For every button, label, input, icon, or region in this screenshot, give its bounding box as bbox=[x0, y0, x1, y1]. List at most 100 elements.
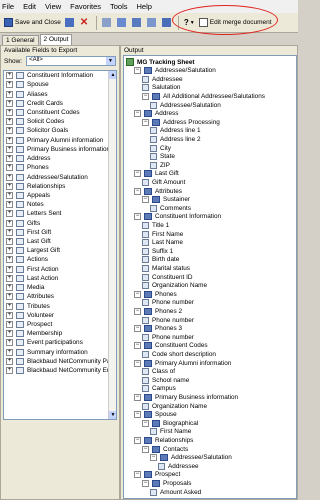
output-field-node[interactable]: Comments bbox=[150, 204, 191, 212]
collapse-minus-icon[interactable]: − bbox=[142, 479, 149, 487]
field-list-item[interactable]: + Spouse bbox=[4, 80, 116, 89]
field-list-item[interactable]: + Notes bbox=[4, 200, 116, 209]
output-field-node[interactable]: Phone number bbox=[142, 299, 194, 307]
tab-output[interactable]: 2 Output bbox=[39, 34, 73, 45]
field-list-item[interactable]: + Letters Sent bbox=[4, 209, 116, 218]
expand-plus-icon[interactable]: + bbox=[6, 247, 13, 255]
collapse-minus-icon[interactable]: − bbox=[134, 471, 141, 479]
menu-file[interactable]: File bbox=[2, 2, 14, 11]
field-list-item[interactable]: + Event participations bbox=[4, 338, 116, 347]
output-tree[interactable]: MG Tracking Sheet − Addressee/Salutation Ad… bbox=[123, 55, 297, 499]
field-list-item[interactable]: + Blackbaud NetCommunity Page Summary bbox=[4, 357, 116, 366]
collapse-minus-icon[interactable]: − bbox=[142, 419, 149, 427]
field-list-item[interactable]: + Membership bbox=[4, 329, 116, 338]
expand-plus-icon[interactable]: + bbox=[6, 293, 13, 301]
collapse-minus-icon[interactable]: − bbox=[134, 393, 141, 401]
collapse-minus-icon[interactable]: − bbox=[134, 436, 141, 444]
expand-plus-icon[interactable]: + bbox=[6, 321, 13, 329]
expand-plus-icon[interactable]: + bbox=[6, 256, 13, 264]
field-list-item[interactable]: + Tributes bbox=[4, 301, 116, 310]
collapse-minus-icon[interactable]: − bbox=[134, 325, 141, 333]
field-list-item[interactable]: + First Gift bbox=[4, 228, 116, 237]
menu-favorites[interactable]: Favorites bbox=[70, 2, 101, 11]
output-group-node[interactable]: − Constituent Codes bbox=[134, 342, 208, 350]
field-list-item[interactable]: + Primary Alumni information bbox=[4, 136, 116, 145]
menu-edit[interactable]: Edit bbox=[23, 2, 36, 11]
field-list-item[interactable]: + Addressee/Salutation bbox=[4, 172, 116, 181]
expand-plus-icon[interactable]: + bbox=[6, 330, 13, 338]
output-field-node[interactable]: Phone number bbox=[142, 333, 194, 341]
collapse-minus-icon[interactable]: − bbox=[134, 213, 141, 221]
output-group-node[interactable]: − Biographical bbox=[142, 419, 198, 427]
field-list-item[interactable]: + Solicitor Goals bbox=[4, 126, 116, 135]
output-group-node[interactable]: − Addressee/Salutation bbox=[150, 454, 232, 462]
output-field-node[interactable]: State bbox=[150, 153, 175, 161]
expand-plus-icon[interactable]: + bbox=[6, 182, 13, 190]
expand-plus-icon[interactable]: + bbox=[6, 145, 13, 153]
output-group-node[interactable]: − Phones 2 bbox=[134, 307, 182, 315]
field-list-item[interactable]: + Solicit Codes bbox=[4, 117, 116, 126]
collapse-minus-icon[interactable]: − bbox=[134, 290, 141, 298]
expand-plus-icon[interactable]: + bbox=[6, 367, 13, 375]
field-list-item[interactable]: + First Action bbox=[4, 265, 116, 274]
output-group-node[interactable]: − Phones 3 bbox=[134, 325, 182, 333]
output-field-node[interactable]: Constituent ID bbox=[142, 273, 193, 281]
field-list-item[interactable]: + Aliases bbox=[4, 89, 116, 98]
output-field-node[interactable]: Gift Amount bbox=[142, 178, 185, 186]
field-list-item[interactable]: + Actions bbox=[4, 255, 116, 264]
available-fields-list[interactable]: + Constituent Information + Spouse + Aliases +… bbox=[3, 70, 117, 420]
output-group-node[interactable]: − Proposals bbox=[142, 479, 191, 487]
expand-plus-icon[interactable]: + bbox=[6, 210, 13, 218]
output-field-node[interactable]: Birth date bbox=[142, 256, 179, 264]
output-field-node[interactable]: Addressee bbox=[158, 462, 199, 470]
preview-button[interactable] bbox=[115, 15, 130, 31]
collapse-minus-icon[interactable]: − bbox=[134, 342, 141, 350]
export-button[interactable] bbox=[130, 15, 145, 31]
output-group-node[interactable]: − Address bbox=[134, 110, 178, 118]
collapse-minus-icon[interactable]: − bbox=[142, 445, 149, 453]
collapse-minus-icon[interactable]: − bbox=[134, 411, 141, 419]
output-group-node[interactable]: − Phones bbox=[134, 290, 177, 298]
expand-plus-icon[interactable]: + bbox=[6, 348, 13, 356]
output-field-node[interactable]: Code short description bbox=[142, 350, 216, 358]
expand-plus-icon[interactable]: + bbox=[6, 72, 13, 80]
output-field-node[interactable]: School name bbox=[142, 376, 189, 384]
output-field-node[interactable]: Marital status bbox=[142, 264, 190, 272]
field-list-item[interactable]: + Largest Gift bbox=[4, 246, 116, 255]
expand-plus-icon[interactable]: + bbox=[6, 136, 13, 144]
output-field-node[interactable]: Last Name bbox=[142, 239, 183, 247]
expand-plus-icon[interactable]: + bbox=[6, 219, 13, 227]
field-list-item[interactable]: + Address bbox=[4, 154, 116, 163]
field-list-item[interactable]: + Phones bbox=[4, 163, 116, 172]
expand-plus-icon[interactable]: + bbox=[6, 127, 13, 135]
field-list-item[interactable]: + Constituent Information bbox=[4, 71, 116, 80]
output-group-node[interactable]: − Prospect bbox=[134, 471, 180, 479]
output-field-node[interactable]: Salutation bbox=[142, 84, 180, 92]
expand-plus-icon[interactable]: + bbox=[6, 99, 13, 107]
expand-plus-icon[interactable]: + bbox=[6, 228, 13, 236]
save-and-close-button[interactable]: Save and Close bbox=[2, 15, 63, 31]
output-group-node[interactable]: − Last Gift bbox=[134, 170, 179, 178]
output-group-node[interactable]: − Constituent Information bbox=[134, 213, 221, 221]
expand-plus-icon[interactable]: + bbox=[6, 265, 13, 273]
output-field-node[interactable]: Suffix 1 bbox=[142, 247, 173, 255]
expand-plus-icon[interactable]: + bbox=[6, 302, 13, 310]
expand-plus-icon[interactable]: + bbox=[6, 311, 13, 319]
expand-plus-icon[interactable]: + bbox=[6, 274, 13, 282]
query-button[interactable] bbox=[145, 15, 160, 31]
output-field-node[interactable]: ZIP bbox=[150, 161, 170, 169]
output-field-node[interactable]: Campus bbox=[142, 385, 176, 393]
collapse-minus-icon[interactable]: − bbox=[134, 307, 141, 315]
expand-plus-icon[interactable]: + bbox=[6, 201, 13, 209]
expand-plus-icon[interactable]: + bbox=[6, 90, 13, 98]
field-list-item[interactable]: + Last Action bbox=[4, 274, 116, 283]
scroll-down-icon[interactable]: ▼ bbox=[109, 411, 116, 419]
output-group-node[interactable]: − Addressee/Salutation bbox=[134, 67, 216, 75]
output-group-node[interactable]: − Primary Alumni information bbox=[134, 359, 231, 367]
collapse-minus-icon[interactable]: − bbox=[134, 170, 141, 178]
output-group-node[interactable]: − All Additional Addressee/Salutations bbox=[142, 92, 265, 100]
delete-button[interactable]: ✕ bbox=[78, 15, 93, 31]
output-group-node[interactable]: − Sustainer bbox=[142, 196, 190, 204]
collapse-minus-icon[interactable]: − bbox=[142, 118, 149, 126]
field-list-item[interactable]: + Attributes bbox=[4, 292, 116, 301]
